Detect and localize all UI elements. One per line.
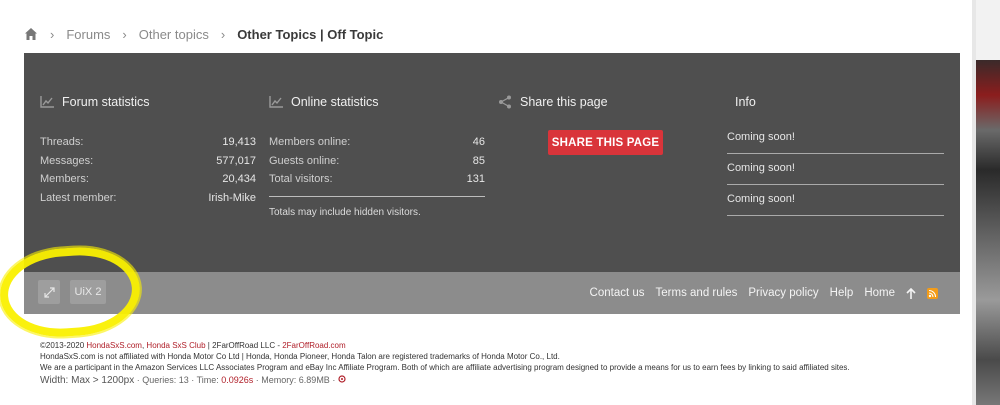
footer-links: Contact us Terms and rules Privacy polic… [579, 272, 938, 314]
share-this-page-button[interactable]: SHARE THIS PAGE [548, 130, 663, 155]
home-link[interactable]: Home [864, 287, 895, 299]
memory-info: · Memory: 6.89MB · [253, 375, 338, 385]
info-item: Coming soon! [727, 154, 944, 185]
chevron-right-icon: › [220, 26, 226, 42]
stat-value: 19,413 [222, 136, 256, 149]
chart-icon [40, 96, 54, 108]
copyright-text: ©2013-2020 [40, 341, 87, 350]
forum-statistics-list: Threads: 19,413 Messages: 577,017 Member… [40, 133, 256, 207]
stat-label: Threads: [40, 136, 84, 149]
privacy-policy-link[interactable]: Privacy policy [748, 287, 818, 299]
forum-statistics: Forum statistics Threads: 19,413 Message… [40, 93, 256, 207]
divider [269, 195, 485, 197]
online-statistics-header: Online statistics [269, 93, 485, 111]
contact-us-link[interactable]: Contact us [590, 287, 645, 299]
rss-icon[interactable] [927, 287, 938, 299]
home-icon[interactable] [24, 27, 38, 41]
info-header: Info [727, 93, 944, 111]
forum-statistics-title: Forum statistics [62, 95, 150, 109]
stat-label: Guests online: [269, 154, 340, 167]
stat-value: 46 [472, 136, 485, 149]
width-value: Max > 1200px [71, 375, 135, 386]
chart-icon [269, 96, 283, 108]
stat-value: 20,434 [222, 173, 256, 186]
stat-row-guests-online: Guests online: 85 [269, 152, 485, 171]
online-statistics-list: Members online: 46 Guests online: 85 Tot… [269, 133, 485, 218]
club-link[interactable]: Honda SxS Club [146, 341, 205, 350]
stat-label: Latest member: [40, 191, 117, 204]
company-link[interactable]: 2FarOffRoad.com [282, 341, 345, 350]
stat-row-members: Members: 20,434 [40, 170, 256, 189]
width-label: Width: [40, 375, 72, 386]
chevron-right-icon: › [50, 26, 55, 42]
stat-row-latest-member: Latest member: Irish-Mike [40, 189, 256, 208]
affiliate-notice: We are a participant in the Amazon Servi… [40, 363, 850, 372]
highlight-annotation [0, 243, 143, 341]
share-section: Share this page [498, 93, 698, 111]
copyright-line: ©2013-2020 HondaSxS.com, Honda SxS Club … [40, 340, 850, 351]
stat-value: 85 [472, 154, 485, 167]
stat-row-messages: Messages: 577,017 [40, 152, 256, 171]
copyright-company: | 2FarOffRoad LLC - [205, 341, 283, 350]
background-photo [976, 0, 1000, 405]
breadcrumb: › Forums › Other topics › Other Topics |… [24, 24, 383, 44]
queries-info: · Queries: 13 · Time: [134, 375, 222, 385]
info-title: Info [735, 95, 756, 109]
info-section: Info Coming soon! Coming soon! Coming so… [727, 93, 944, 216]
info-item: Coming soon! [727, 123, 944, 154]
stat-row-threads: Threads: 19,413 [40, 133, 256, 152]
time-value: 0.0926s [221, 375, 254, 385]
breadcrumb-item-forums[interactable]: Forums [66, 27, 110, 42]
breadcrumb-item-other-topics[interactable]: Other topics [139, 27, 209, 42]
stat-label: Total visitors: [269, 173, 333, 186]
stat-row-total-visitors: Total visitors: 131 [269, 170, 485, 189]
online-statistics: Online statistics Members online: 46 Gue… [269, 93, 485, 218]
chevron-right-icon: › [122, 26, 127, 42]
stat-value: 131 [466, 173, 485, 186]
breadcrumb-current[interactable]: Other Topics | Off Topic [237, 27, 383, 42]
hidden-visitors-note: Totals may include hidden visitors. [269, 206, 421, 218]
stat-label: Messages: [40, 154, 94, 167]
stat-value: 577,017 [216, 154, 256, 167]
arrow-up-icon[interactable] [906, 287, 916, 299]
share-header: Share this page [498, 93, 698, 111]
stat-label: Members online: [269, 136, 351, 149]
info-item: Coming soon! [727, 185, 944, 216]
trademark-notice: HondaSxS.com is not affiliated with Hond… [40, 352, 560, 361]
forum-statistics-header: Forum statistics [40, 93, 256, 111]
stats-panel: Forum statistics Threads: 19,413 Message… [24, 53, 960, 272]
site-link[interactable]: HondaSxS.com [86, 341, 142, 350]
share-icon [499, 95, 511, 109]
copyright-block: ©2013-2020 HondaSxS.com, Honda SxS Club … [40, 340, 850, 386]
info-list: Coming soon! Coming soon! Coming soon! [727, 123, 944, 216]
stat-label: Members: [40, 173, 89, 186]
terms-and-rules-link[interactable]: Terms and rules [656, 287, 738, 299]
stat-row-members-online[interactable]: Members online: 46 [269, 133, 485, 152]
settings-icon[interactable] [338, 375, 346, 383]
share-title: Share this page [520, 95, 608, 109]
help-link[interactable]: Help [830, 287, 854, 299]
latest-member-link[interactable]: Irish-Mike [208, 192, 256, 204]
online-statistics-title: Online statistics [291, 95, 379, 109]
debug-info: Width: Max > 1200px · Queries: 13 · Time… [40, 375, 850, 386]
footer-bar: UiX 2 Contact us Terms and rules Privacy… [24, 272, 960, 314]
page: › Forums › Other topics › Other Topics |… [0, 0, 1000, 405]
